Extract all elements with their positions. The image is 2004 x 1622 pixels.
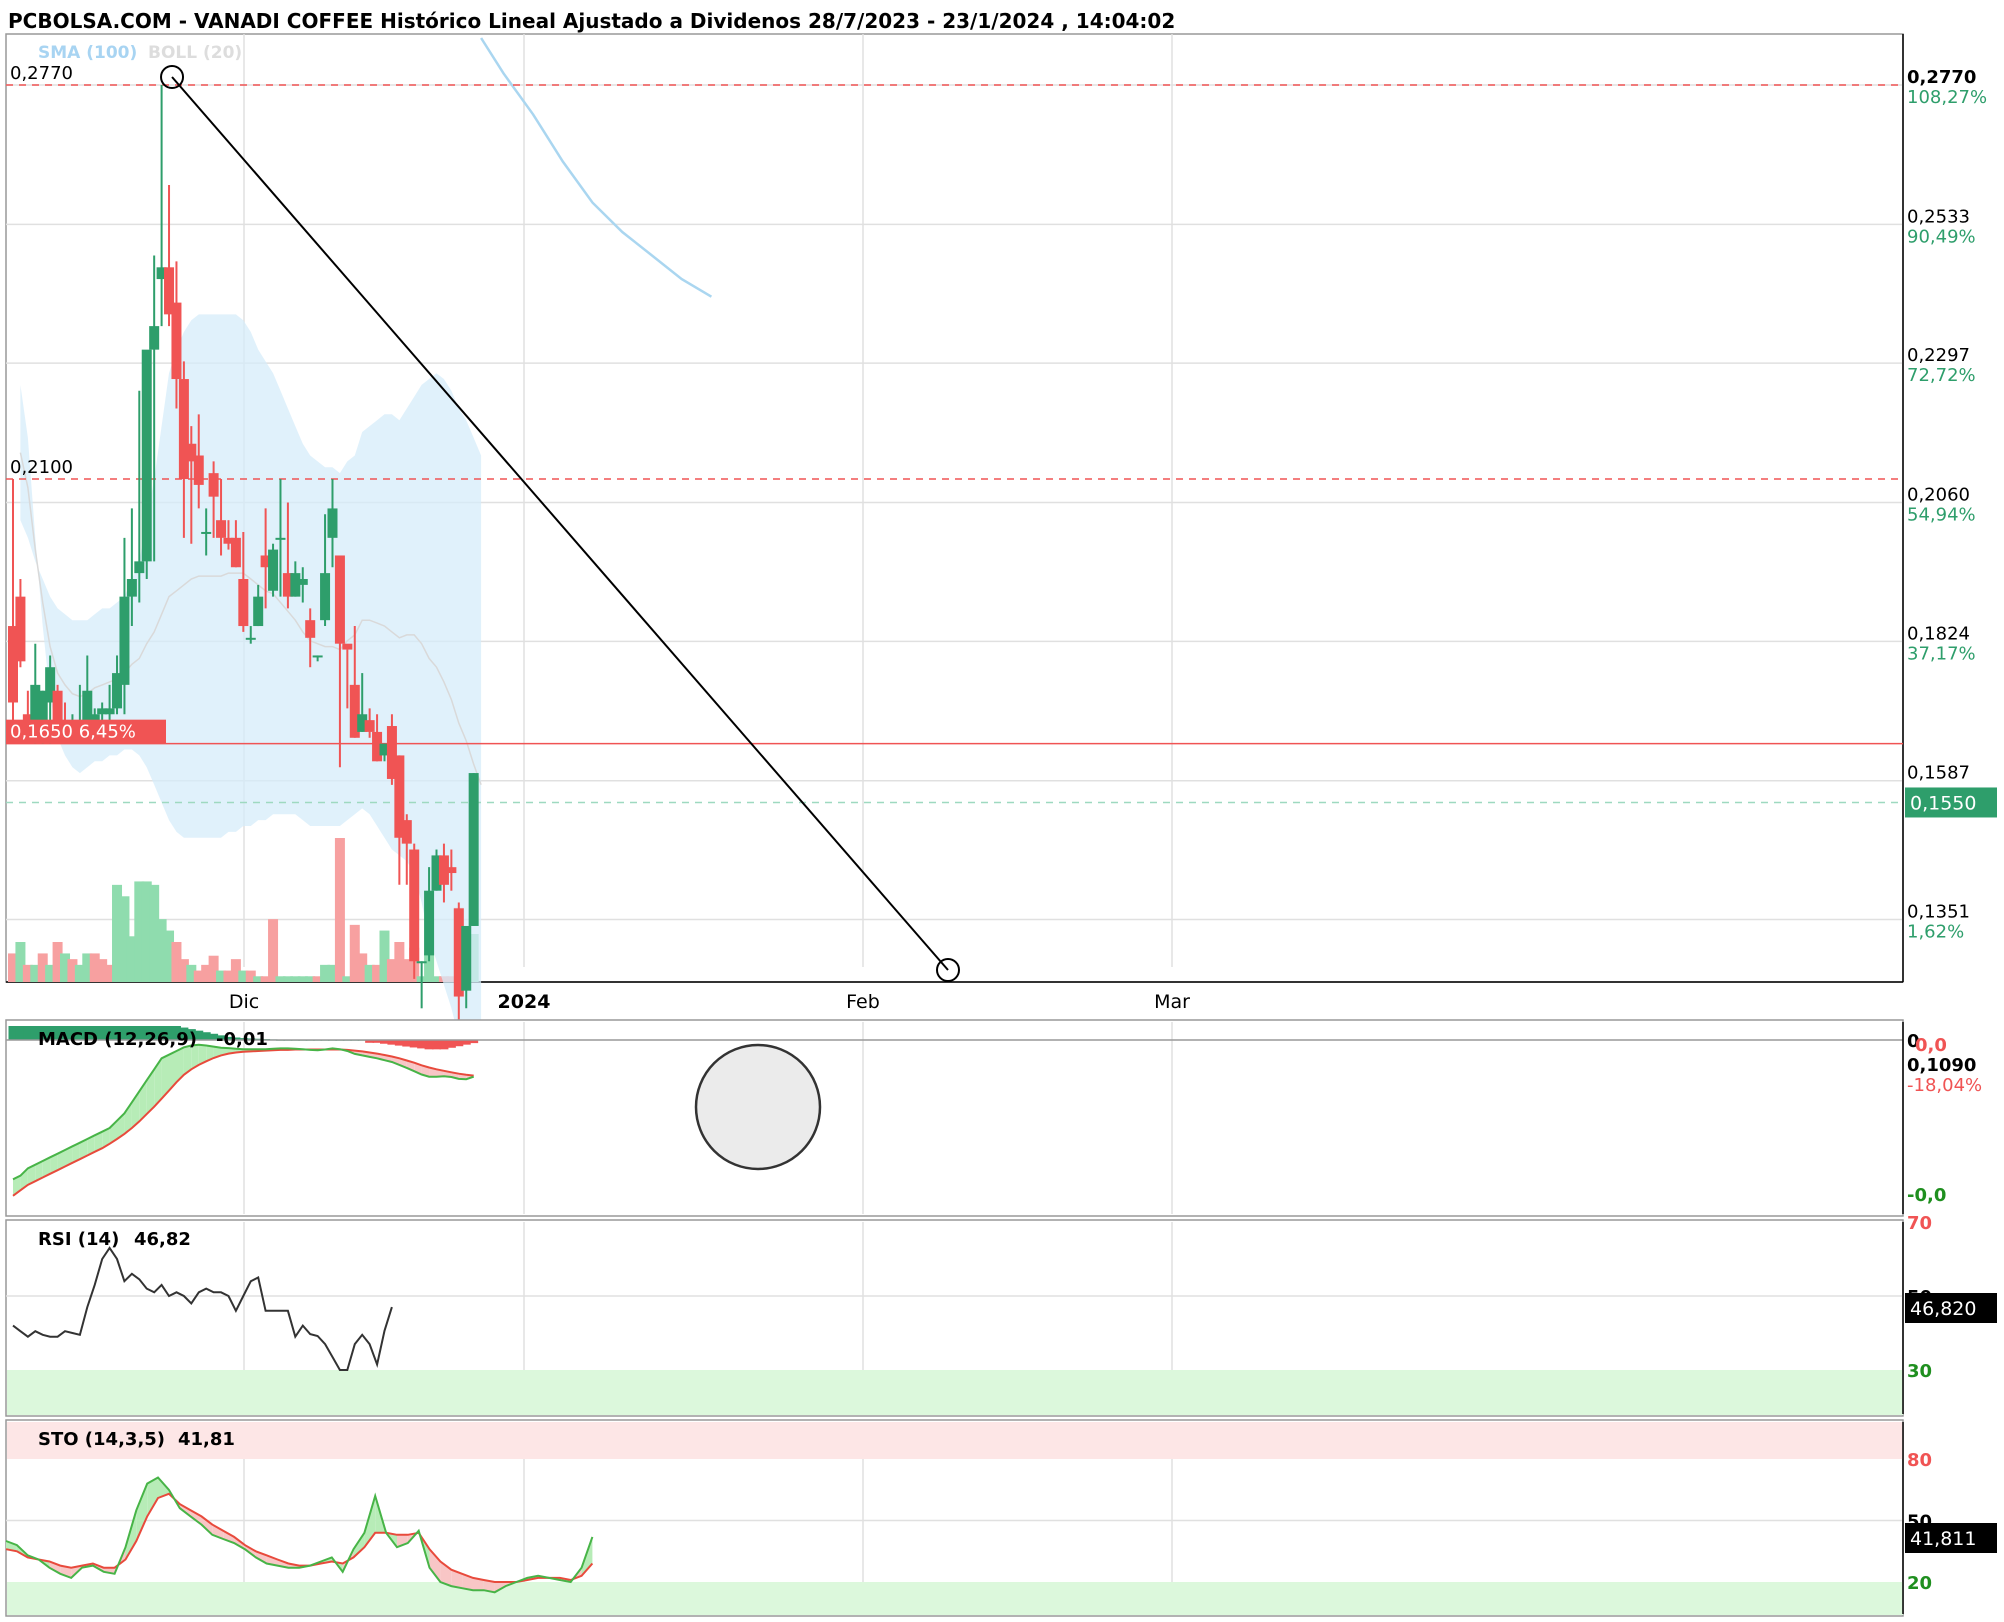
time-tick-label: Feb [846, 991, 880, 1013]
price-tick-label: 0,2533 [1907, 206, 1970, 227]
rsi-axis-label: 30 [1907, 1361, 1932, 1382]
sto-overbought-zone [7, 1422, 1903, 1459]
pct-tick-label: -18,04% [1907, 1075, 1982, 1096]
pct-tick-label: 1,62% [1907, 922, 1964, 943]
pct-tick-label: 72,72% [1907, 365, 1976, 386]
rsi-title: RSI (14) [38, 1229, 119, 1250]
rsi-axis-label: 70 [1907, 1213, 1932, 1234]
price-tick-label: 0,1824 [1907, 623, 1970, 644]
time-tick-label: Dic [229, 991, 259, 1013]
sto-readout: 41,811 [1910, 1528, 1976, 1550]
pct-tick-label: 90,49% [1907, 226, 1976, 247]
volume-bar [268, 919, 279, 982]
price-axis: 0,2770108,27% 0,253390,49% 0,229772,72% 0,2… [1905, 67, 1997, 1096]
price-tick-label: 0,2770 [1907, 67, 1976, 88]
pct-tick-label: 108,27% [1907, 87, 1987, 108]
pct-tick-label: 54,94% [1907, 505, 1976, 526]
price-tick-label: 0,1351 [1907, 902, 1970, 923]
candlestick [141, 349, 152, 579]
level-tag-label: 0,2770 [10, 63, 73, 84]
candlestick [409, 843, 420, 979]
sto-oversold-zone [7, 1582, 1903, 1615]
time-tick-label: Mar [1154, 991, 1190, 1013]
stock-chart[interactable]: PCBOLSA.COM - VANADI COFFEE Histórico Li… [0, 0, 2004, 1622]
time-axis: Dic 2024 Feb Mar [229, 991, 1190, 1013]
rsi-oversold-zone [7, 1370, 1903, 1415]
level-tag-label: 0,2100 [10, 457, 73, 478]
price-tick-label: 0,1090 [1907, 1055, 1976, 1076]
rsi-readout: 46,820 [1910, 1298, 1976, 1320]
macd-value: -0,01 [216, 1029, 268, 1050]
current-price-label: 0,1550 [1910, 792, 1976, 814]
price-tick-label: 0,1587 [1907, 763, 1970, 784]
pct-tick-label: 37,17% [1907, 643, 1976, 664]
sto-panel[interactable]: 80502041,811 STO (14,3,5) 41,81 [5, 1419, 1997, 1617]
rsi-panel[interactable]: 70503046,820 RSI (14) 46,82 [5, 1213, 1997, 1417]
level-tag-label: 0,1650 6,45% [10, 722, 136, 743]
annotation-circle[interactable] [694, 1043, 822, 1171]
sma-legend: SMA (100) [38, 43, 137, 63]
boll-legend: BOLL (20) [148, 43, 242, 63]
rsi-value: 46,82 [134, 1229, 191, 1250]
candlestick [468, 773, 479, 926]
price-panel[interactable]: SMA (100) BOLL (20) 0,2770108,27%0,25339… [5, 33, 1997, 1115]
macd-title: MACD (12,26,9) [38, 1029, 197, 1050]
price-tick-label: 0,2297 [1907, 345, 1970, 366]
sto-axis-label: 20 [1907, 1573, 1932, 1594]
macd-axis-label: 0,0 [1915, 1035, 1947, 1056]
price-tick-label: 0,2060 [1907, 485, 1970, 506]
macd-panel[interactable]: 00,0-0,0 MACD (12,26,9) -0,01 [5, 1019, 1947, 1217]
candlestick [268, 543, 279, 597]
volume-bar [334, 838, 345, 982]
chart-title: PCBOLSA.COM - VANADI COFFEE Histórico Li… [8, 9, 1175, 33]
sto-value: 41,81 [178, 1429, 235, 1450]
time-tick-label: 2024 [498, 991, 551, 1013]
sto-axis-label: 80 [1907, 1450, 1932, 1471]
macd-axis-label: -0,0 [1907, 1185, 1946, 1206]
sto-title: STO (14,3,5) [38, 1429, 165, 1450]
